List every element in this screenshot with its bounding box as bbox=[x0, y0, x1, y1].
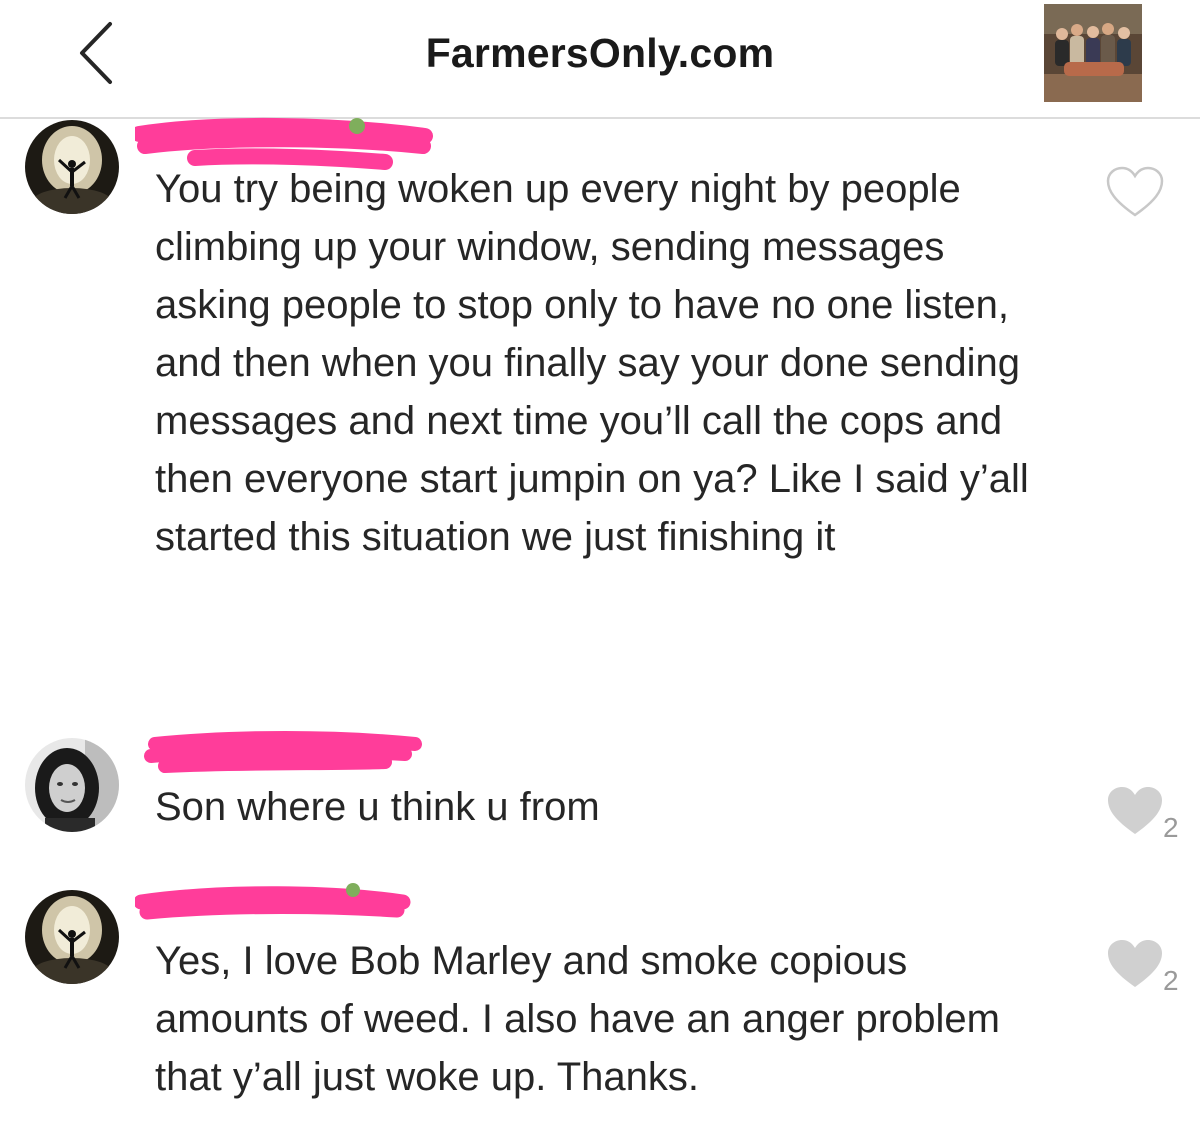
avatar[interactable] bbox=[25, 738, 119, 832]
avatar[interactable] bbox=[25, 890, 119, 984]
woman-portrait-avatar bbox=[25, 738, 119, 832]
group-photo-thumbnail[interactable] bbox=[1044, 4, 1142, 102]
comment-text: Yes, I love Bob Marley and smoke copious… bbox=[155, 939, 1000, 1099]
heart-outline-icon bbox=[1106, 166, 1164, 217]
comment-text: You try being woken up every night by pe… bbox=[155, 167, 1029, 559]
avatar[interactable] bbox=[25, 120, 119, 214]
performer-on-stage-avatar bbox=[25, 890, 119, 984]
like-count: 2 bbox=[1163, 812, 1179, 843]
top-bar: FarmersOnly.com bbox=[0, 0, 1200, 119]
username-redaction bbox=[135, 883, 411, 920]
heart-filled-icon bbox=[1108, 940, 1162, 987]
heart-filled-icon bbox=[1108, 787, 1162, 834]
like-count: 2 bbox=[1163, 965, 1179, 996]
performer-on-stage-avatar bbox=[25, 120, 119, 214]
page-title: FarmersOnly.com bbox=[425, 30, 775, 76]
comment-text: Son where u think u from bbox=[155, 785, 600, 829]
username-redaction bbox=[144, 731, 422, 773]
like-button[interactable] bbox=[1105, 165, 1165, 219]
like-button[interactable] bbox=[1105, 937, 1165, 991]
like-button[interactable] bbox=[1105, 784, 1165, 838]
